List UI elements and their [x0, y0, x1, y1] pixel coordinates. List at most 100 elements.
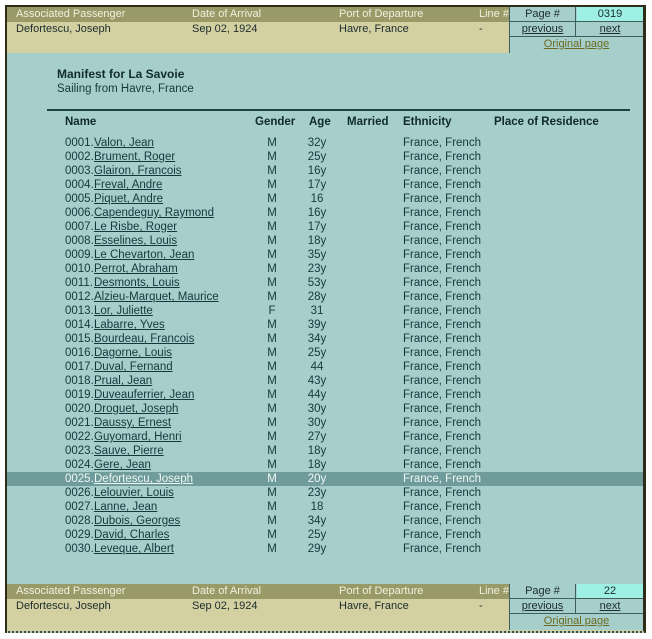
passenger-name-link[interactable]: Defortescu, Joseph — [94, 472, 193, 486]
top-next-page-link[interactable]: next — [577, 22, 643, 36]
table-row[interactable]: 0022. Guyomard, Henri M 27y France, French — [7, 430, 643, 444]
table-row[interactable]: 0030. Leveque, Albert M 29y France, French — [7, 542, 643, 556]
bottom-nav-value-associated-passenger: Defortescu, Joseph — [16, 600, 111, 612]
page-root: Associated Passenger Date of Arrival Por… — [0, 0, 652, 639]
top-original-page-row: Original page — [510, 37, 643, 52]
passenger-name-link[interactable]: Lelouvier, Louis — [94, 486, 174, 500]
table-row[interactable]: 0001. Valon, Jean M 32y France, French — [7, 136, 643, 150]
passenger-name-link[interactable]: Droguet, Joseph — [94, 402, 178, 416]
top-nav-value-port-of-departure: Havre, France — [339, 23, 409, 35]
passenger-name-link[interactable]: Sauve, Pierre — [94, 444, 164, 458]
passenger-name-link[interactable]: Gere, Jean — [94, 458, 151, 472]
passenger-name-link[interactable]: Capendeguy, Raymond — [94, 206, 214, 220]
passenger-index: 0005. — [65, 193, 94, 205]
table-row[interactable]: 0020. Droguet, Joseph M 30y France, French — [7, 402, 643, 416]
top-original-page-link[interactable]: Original page — [510, 37, 643, 51]
passenger-name-link[interactable]: Glairon, Francois — [94, 164, 182, 178]
passenger-age: 20y — [307, 473, 327, 485]
passenger-name-link[interactable]: Freval, Andre — [94, 178, 162, 192]
passenger-name-link[interactable]: Guyomard, Henri — [94, 430, 182, 444]
passenger-name-link[interactable]: Piquet, Andre — [94, 192, 163, 206]
passenger-name-link[interactable]: Le Chevarton, Jean — [94, 248, 194, 262]
passenger-name-link[interactable]: Duveauferrier, Jean — [94, 388, 194, 402]
passenger-gender: M — [267, 361, 277, 373]
passenger-name-link[interactable]: Alzieu-Marquet, Maurice — [94, 290, 219, 304]
table-row[interactable]: 0004. Freval, Andre M 17y France, French — [7, 178, 643, 192]
table-row[interactable]: 0028. Dubois, Georges M 34y France, French — [7, 514, 643, 528]
table-row[interactable]: 0025. Defortescu, Joseph M 20y France, Frenc… — [7, 472, 643, 486]
table-row[interactable]: 0012. Alzieu-Marquet, Maurice M 28y France, … — [7, 290, 643, 304]
passenger-name-link[interactable]: Duval, Fernand — [94, 360, 173, 374]
passenger-gender: M — [267, 459, 277, 471]
table-row[interactable]: 0027. Lanne, Jean M 18 France, French — [7, 500, 643, 514]
table-row[interactable]: 0013. Lor, Juliette F 31 France, French — [7, 304, 643, 318]
passenger-name-link[interactable]: Prual, Jean — [94, 374, 152, 388]
passenger-name-link[interactable]: Dagorne, Louis — [94, 346, 172, 360]
passenger-name-link[interactable]: Lanne, Jean — [94, 500, 157, 514]
passenger-index: 0017. — [65, 361, 94, 373]
table-row[interactable]: 0010. Perrot, Abraham M 23y France, French — [7, 262, 643, 276]
table-row[interactable]: 0014. Labarre, Yves M 39y France, French — [7, 318, 643, 332]
passenger-ethnicity: France, French — [403, 473, 481, 485]
passenger-index: 0024. — [65, 459, 94, 471]
table-row[interactable]: 0024. Gere, Jean M 18y France, French — [7, 458, 643, 472]
passenger-name-link[interactable]: Bourdeau, Francois — [94, 332, 194, 346]
passenger-age: 31 — [310, 305, 324, 317]
passenger-ethnicity: France, French — [403, 277, 481, 289]
passenger-name-link[interactable]: Daussy, Ernest — [94, 416, 171, 430]
passenger-gender: M — [267, 487, 277, 499]
table-row[interactable]: 0002. Brument, Roger M 25y France, French — [7, 150, 643, 164]
table-row[interactable]: 0005. Piquet, Andre M 16 France, French — [7, 192, 643, 206]
passenger-name-link[interactable]: Desmonts, Louis — [94, 276, 180, 290]
bottom-previous-page-link[interactable]: previous — [510, 599, 576, 613]
passenger-index: 0018. — [65, 375, 94, 387]
top-page-number-value: 0319 — [577, 7, 643, 21]
passenger-name-link[interactable]: Brument, Roger — [94, 150, 175, 164]
passenger-gender: M — [267, 417, 277, 429]
passenger-name-link[interactable]: Esselines, Louis — [94, 234, 177, 248]
bottom-next-page-link[interactable]: next — [577, 599, 643, 613]
passenger-ethnicity: France, French — [403, 151, 481, 163]
table-row[interactable]: 0023. Sauve, Pierre M 18y France, French — [7, 444, 643, 458]
table-row[interactable]: 0017. Duval, Fernand M 44 France, French — [7, 360, 643, 374]
top-nav-info-table: Associated Passenger Date of Arrival Por… — [7, 7, 509, 53]
manifest-title: Manifest for La Savoie — [57, 67, 185, 81]
bottom-page-prevnext-row: previous next — [510, 599, 643, 614]
passenger-name-link[interactable]: Dubois, Georges — [94, 514, 180, 528]
table-row[interactable]: 0015. Bourdeau, Francois M 34y France, Frenc… — [7, 332, 643, 346]
top-previous-page-link[interactable]: previous — [510, 22, 576, 36]
table-row[interactable]: 0021. Daussy, Ernest M 30y France, French — [7, 416, 643, 430]
passenger-name-link[interactable]: Labarre, Yves — [94, 318, 165, 332]
passenger-name-link[interactable]: Le Risbe, Roger — [94, 220, 177, 234]
table-row[interactable]: 0006. Capendeguy, Raymond M 16y France, Fren… — [7, 206, 643, 220]
passenger-ethnicity: France, French — [403, 445, 481, 457]
table-row[interactable]: 0016. Dagorne, Louis M 25y France, French — [7, 346, 643, 360]
passenger-age: 34y — [307, 515, 327, 527]
table-row[interactable]: 0026. Lelouvier, Louis M 23y France, French — [7, 486, 643, 500]
passenger-gender: M — [267, 207, 277, 219]
table-row[interactable]: 0018. Prual, Jean M 43y France, French — [7, 374, 643, 388]
table-row[interactable]: 0011. Desmonts, Louis M 53y France, French — [7, 276, 643, 290]
table-row[interactable]: 0007. Le Risbe, Roger M 17y France, French — [7, 220, 643, 234]
passenger-ethnicity: France, French — [403, 347, 481, 359]
passenger-ethnicity: France, French — [403, 375, 481, 387]
passenger-name-link[interactable]: David, Charles — [94, 528, 169, 542]
table-row[interactable]: 0003. Glairon, Francois M 16y France, French — [7, 164, 643, 178]
bottom-original-page-link[interactable]: Original page — [510, 614, 643, 628]
passenger-name-link[interactable]: Lor, Juliette — [94, 304, 153, 318]
table-row[interactable]: 0008. Esselines, Louis M 18y France, French — [7, 234, 643, 248]
passenger-age: 30y — [307, 417, 327, 429]
table-row[interactable]: 0009. Le Chevarton, Jean M 35y France, Frenc… — [7, 248, 643, 262]
table-row[interactable]: 0019. Duveauferrier, Jean M 44y France, Fren… — [7, 388, 643, 402]
bottom-nav-header-associated-passenger: Associated Passenger — [16, 585, 126, 597]
passenger-name-link[interactable]: Perrot, Abraham — [94, 262, 178, 276]
bottom-nav-filler-row — [7, 614, 509, 630]
table-row[interactable]: 0029. David, Charles M 25y France, French — [7, 528, 643, 542]
passenger-table-header: Name Gender Age Married Ethnicity Place … — [7, 115, 643, 135]
passenger-ethnicity: France, French — [403, 263, 481, 275]
passenger-name-link[interactable]: Leveque, Albert — [94, 542, 174, 556]
column-header-ethnicity: Ethnicity — [403, 116, 452, 128]
passenger-ethnicity: France, French — [403, 165, 481, 177]
passenger-age: 32y — [307, 137, 327, 149]
passenger-name-link[interactable]: Valon, Jean — [94, 136, 154, 150]
